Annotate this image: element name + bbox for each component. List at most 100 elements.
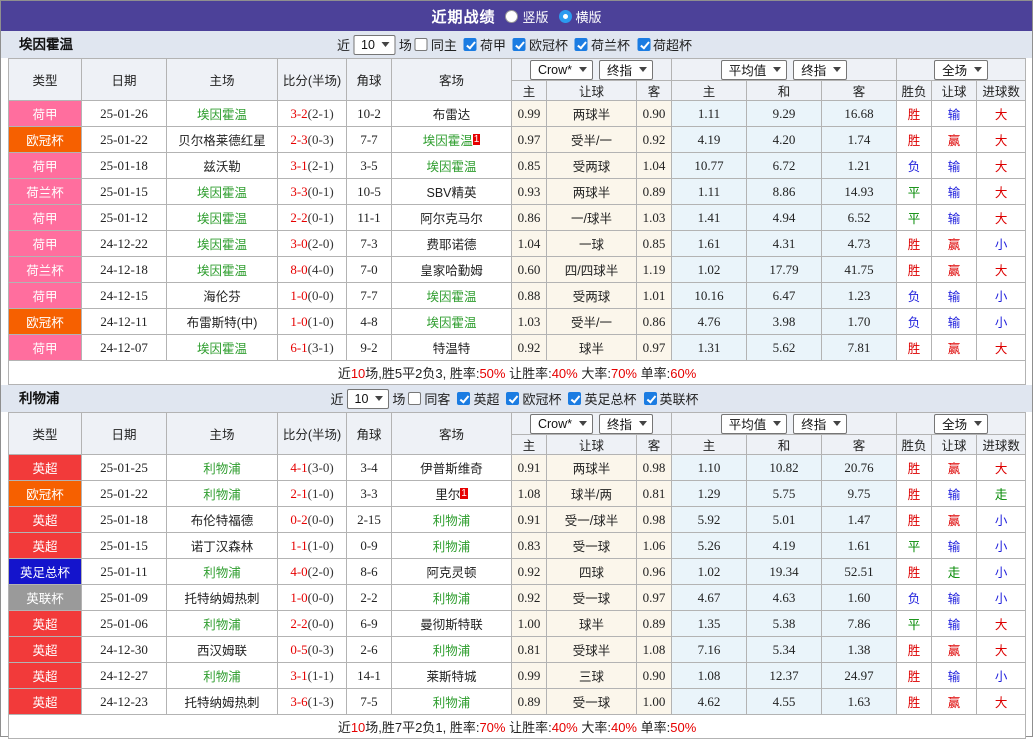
sub-column-header: 胜负 [897, 435, 932, 455]
half-time-score: (0-0) [308, 512, 334, 527]
result-goals: 大 [977, 611, 1026, 637]
match-score: 8-0(4-0) [278, 257, 347, 283]
avg-home-odds: 1.08 [672, 663, 747, 689]
odds-source-select[interactable]: Crow* [530, 60, 593, 80]
match-date: 24-12-23 [82, 689, 167, 715]
league-checkbox-欧冠杯[interactable] [513, 38, 526, 51]
near-label: 近 [337, 35, 350, 54]
scope-select[interactable]: 全场 [934, 60, 988, 80]
handicap-line: 受一球 [547, 533, 637, 559]
away-team: 阿克灵顿 [392, 559, 512, 585]
handicap-line: 受两球 [547, 283, 637, 309]
league-checkbox-英足总杯[interactable] [568, 392, 581, 405]
half-time-score: (4-0) [308, 262, 334, 277]
sub-column-header: 主 [512, 435, 547, 455]
column-header: 比分(半场) [278, 413, 347, 455]
avg-draw-odds: 17.79 [747, 257, 822, 283]
handicap-odds-home: 1.04 [512, 231, 547, 257]
corner-count: 3-3 [347, 481, 392, 507]
handicap-odds-home: 1.08 [512, 481, 547, 507]
summary-part: 场,胜7平2负1, 胜率: [365, 720, 479, 735]
odds-final-select[interactable]: 终指 [599, 60, 653, 80]
handicap-line: 球半/两 [547, 481, 637, 507]
avg-draw-odds: 3.98 [747, 309, 822, 335]
home-team: 托特纳姆热刺 [167, 689, 278, 715]
home-team: 埃因霍温 [167, 257, 278, 283]
avg-away-odds: 4.73 [822, 231, 897, 257]
result-wdl: 胜 [897, 637, 932, 663]
half-time-score: (2-1) [308, 158, 334, 173]
handicap-odds-home: 0.86 [512, 205, 547, 231]
league-checkbox-荷兰杯[interactable] [575, 38, 588, 51]
match-score: 1-0(0-0) [278, 283, 347, 309]
handicap-odds-home: 0.91 [512, 455, 547, 481]
odds-source-select[interactable]: Crow* [530, 414, 593, 434]
match-count-select[interactable]: 10 [347, 389, 390, 409]
avg-away-odds: 7.81 [822, 335, 897, 361]
handicap-odds-away: 1.08 [637, 637, 672, 663]
average-final-select[interactable]: 终指 [793, 60, 847, 80]
radio-on-icon[interactable] [559, 10, 572, 23]
result-handicap: 赢 [932, 231, 977, 257]
match-type: 荷甲 [9, 205, 82, 231]
summary-part: 近 [338, 720, 351, 735]
handicap-odds-away: 0.97 [637, 585, 672, 611]
same-venue-checkbox[interactable] [415, 38, 428, 51]
result-wdl: 胜 [897, 127, 932, 153]
games-label: 场 [399, 35, 412, 54]
result-handicap: 走 [932, 559, 977, 585]
result-handicap: 输 [932, 585, 977, 611]
avg-home-odds: 1.11 [672, 101, 747, 127]
league-checkbox-英联杯[interactable] [643, 392, 656, 405]
sub-column-header: 胜负 [897, 81, 932, 101]
result-handicap: 输 [932, 663, 977, 689]
sub-column-header: 主 [672, 435, 747, 455]
match-type: 英超 [9, 455, 82, 481]
half-time-score: (0-1) [308, 210, 334, 225]
same-venue-checkbox[interactable] [408, 392, 421, 405]
corner-count: 0-9 [347, 533, 392, 559]
full-time-score: 3-3 [290, 184, 307, 199]
match-date: 25-01-11 [82, 559, 167, 585]
scope-select[interactable]: 全场 [934, 414, 988, 434]
league-checkbox-英超[interactable] [457, 392, 470, 405]
match-date: 25-01-22 [82, 481, 167, 507]
league-label: 欧冠杯 [522, 389, 561, 408]
match-count-select[interactable]: 10 [353, 35, 396, 55]
scope-group: 全场 [897, 413, 1026, 435]
handicap-odds-away: 1.04 [637, 153, 672, 179]
average-select[interactable]: 平均值 [721, 60, 788, 80]
summary-part: 单率: [637, 720, 670, 735]
full-time-score: 1-0 [290, 288, 307, 303]
corner-count: 3-5 [347, 153, 392, 179]
league-checkbox-欧冠杯[interactable] [506, 392, 519, 405]
avg-draw-odds: 5.62 [747, 335, 822, 361]
average-final-select[interactable]: 终指 [793, 414, 847, 434]
corner-count: 4-8 [347, 309, 392, 335]
average-select[interactable]: 平均值 [721, 414, 788, 434]
odds-final-select-value: 终指 [607, 414, 632, 433]
match-score: 3-0(2-0) [278, 231, 347, 257]
match-type: 欧冠杯 [9, 481, 82, 507]
corner-count: 2-2 [347, 585, 392, 611]
corner-count: 7-5 [347, 689, 392, 715]
handicap-odds-home: 1.00 [512, 611, 547, 637]
league-checkbox-荷超杯[interactable] [637, 38, 650, 51]
handicap-odds-away: 0.89 [637, 179, 672, 205]
result-handicap: 输 [932, 481, 977, 507]
corner-count: 10-2 [347, 101, 392, 127]
layout-radio-vertical[interactable]: 竖版 [505, 7, 548, 26]
layout-radio-horizontal[interactable]: 横版 [559, 7, 602, 26]
result-goals: 走 [977, 481, 1026, 507]
section-filter-row: 利物浦近10场同客英超欧冠杯英足总杯英联杯 [1, 385, 1032, 412]
odds-final-select-value: 终指 [607, 60, 632, 79]
result-handicap: 输 [932, 101, 977, 127]
match-type: 荷兰杯 [9, 257, 82, 283]
average-group: 平均值终指 [672, 413, 897, 435]
match-row: 荷甲25-01-26埃因霍温3-2(2-1)10-2布雷达0.99两球半0.90… [9, 101, 1026, 127]
half-time-score: (0-1) [308, 184, 334, 199]
odds-final-select[interactable]: 终指 [599, 414, 653, 434]
league-checkbox-荷甲[interactable] [464, 38, 477, 51]
radio-off-icon[interactable] [505, 10, 518, 23]
result-goals: 大 [977, 205, 1026, 231]
